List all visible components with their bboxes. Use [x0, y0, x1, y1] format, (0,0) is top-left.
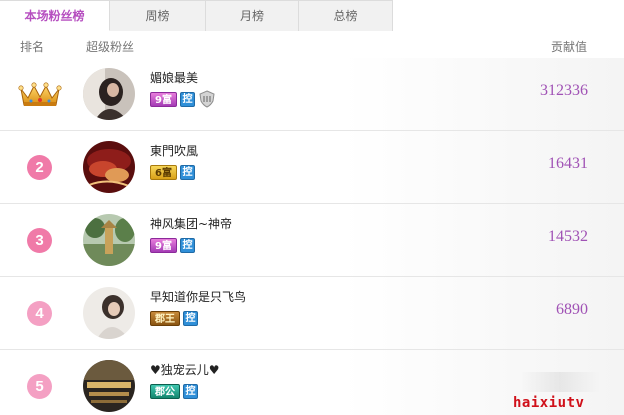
list-item[interactable]: 媚娘最美 9富 控 312336 — [0, 58, 624, 131]
rank-badge: 4 — [27, 301, 52, 326]
wealth-level-badge: 9富 — [150, 91, 177, 107]
avatar[interactable] — [83, 141, 135, 193]
column-headers: 排名 超级粉丝 贡献值 — [0, 31, 624, 58]
tab-weekly[interactable]: 周榜 — [110, 0, 206, 31]
badge-group: 9富 控 — [150, 90, 216, 108]
tab-total[interactable]: 总榜 — [299, 0, 393, 31]
contribution-value: 6890 — [556, 301, 588, 318]
fan-name: 神风集团~神帝 — [150, 217, 233, 231]
badge-group: 9富 控 — [150, 237, 195, 253]
control-badge: 控 — [183, 383, 198, 399]
list-item[interactable]: 2 東門吹風 6富 控 16431 — [0, 131, 624, 204]
crown-icon — [18, 82, 62, 106]
avatar[interactable] — [83, 360, 135, 412]
rank-badge: 2 — [27, 155, 52, 180]
badge-group: 6富 控 — [150, 164, 195, 180]
rank-badge: 5 — [27, 374, 52, 399]
fan-name: 早知道你是只飞鸟 — [150, 290, 247, 304]
avatar[interactable] — [83, 68, 135, 120]
ranking-tabs: 本场粉丝榜 周榜 月榜 总榜 — [0, 0, 393, 31]
fans-header: 超级粉丝 — [86, 40, 135, 54]
control-badge: 控 — [179, 91, 195, 107]
list-item[interactable]: 3 神风集团~神帝 9富 控 14532 — [0, 204, 624, 277]
control-badge: 控 — [179, 164, 195, 180]
tab-monthly[interactable]: 月榜 — [206, 0, 299, 31]
list-item[interactable]: 4 早知道你是只飞鸟 郡王 控 6890 — [0, 277, 624, 350]
rank-header: 排名 — [20, 40, 45, 54]
control-badge: 控 — [183, 310, 198, 326]
fan-name: 東門吹風 — [150, 144, 199, 158]
value-header: 贡献值 — [551, 40, 588, 54]
avatar[interactable] — [83, 214, 135, 266]
contribution-value: 14532 — [548, 228, 588, 245]
avatar[interactable] — [83, 287, 135, 339]
wealth-level-badge: 9富 — [150, 237, 177, 253]
tab-this-session-fans[interactable]: 本场粉丝榜 — [0, 0, 110, 31]
fan-name: ♥独宠云儿♥ — [150, 363, 220, 377]
watermark: haixiutv — [513, 395, 585, 411]
badge-group: 郡王 控 — [150, 310, 198, 326]
rank-badge: 3 — [27, 228, 52, 253]
badge-group: 郡公 控 — [150, 383, 198, 399]
wealth-level-badge: 6富 — [150, 164, 177, 180]
contribution-value: 312336 — [540, 82, 588, 99]
noble-title-badge: 郡王 — [150, 310, 180, 326]
shield-icon — [199, 90, 215, 108]
faded-value-overlay — [520, 372, 600, 392]
contribution-value: 16431 — [548, 155, 588, 172]
noble-title-badge: 郡公 — [150, 383, 180, 399]
control-badge: 控 — [179, 237, 195, 253]
fan-name: 媚娘最美 — [150, 71, 199, 85]
